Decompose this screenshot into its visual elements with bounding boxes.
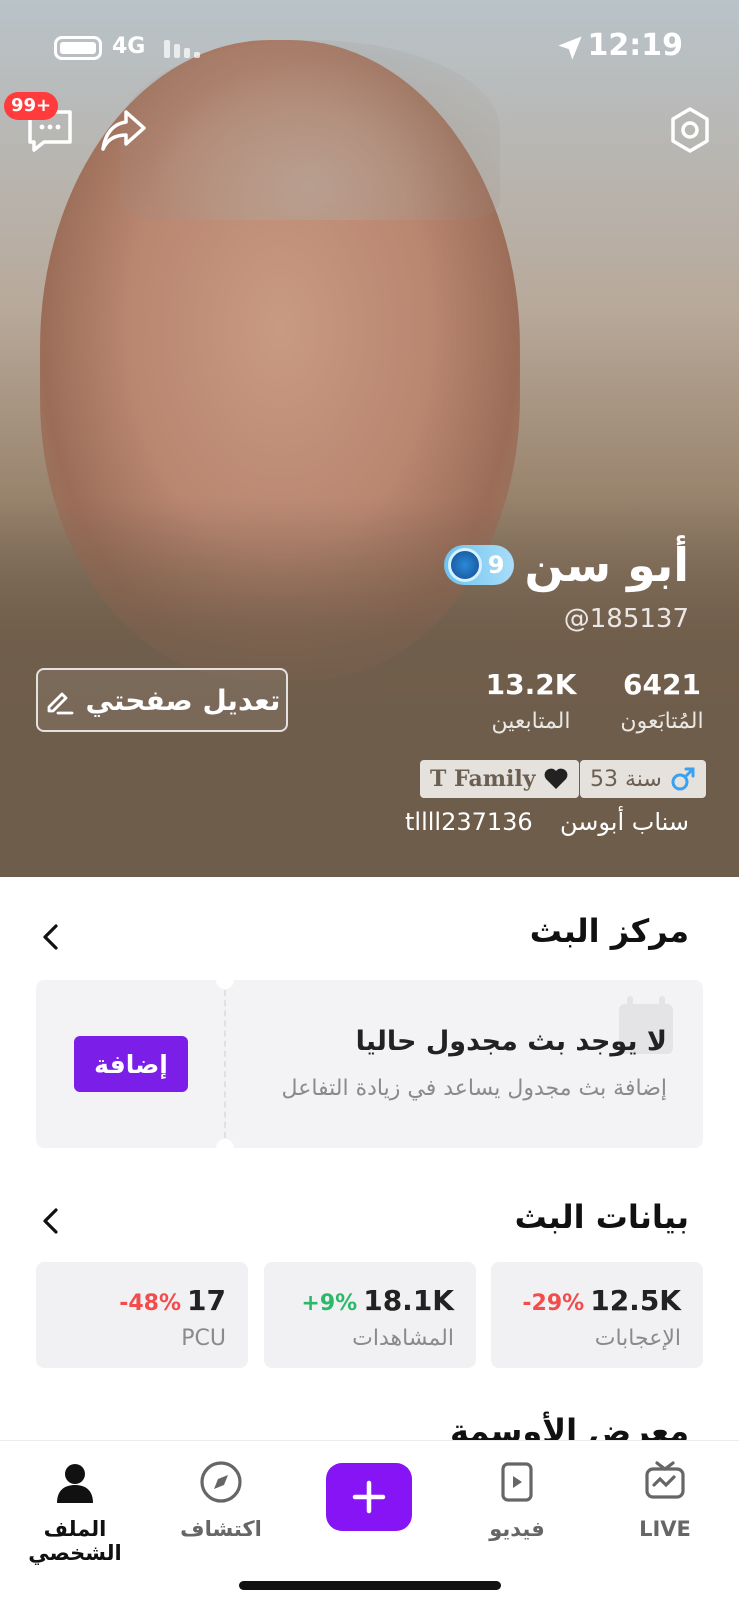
signal-icon [164,40,200,58]
tab-live[interactable]: LIVE [590,1459,739,1541]
followers-stat[interactable]: 13.2K المتابعين [476,668,586,734]
likes-value: 12.5K [590,1284,681,1317]
card-divider [224,980,226,1148]
edit-profile-label: تعديل صفحتي [85,683,281,717]
views-label: المشاهدات [352,1326,454,1351]
status-time: 12:19 [587,28,684,63]
compass-icon [200,1461,242,1503]
views-value: 18.1K [363,1284,454,1317]
bottom-tab-bar: LIVE فيديو اكتشاف الملف الشخصي [0,1440,739,1600]
pcu-label: PCU [181,1326,226,1351]
chevron-left-icon[interactable] [36,1206,66,1236]
followers-count: 13.2K [485,668,577,701]
bio-line: tllll237136 سناب أبوسن [405,808,689,836]
no-scheduled-title: لا يوجد بث مجدول حاليا [355,1026,667,1057]
live-tv-icon [645,1461,685,1499]
views-row: +9% 18.1K [301,1284,454,1317]
male-symbol-icon [671,767,695,791]
family-tag[interactable]: T Family [420,760,580,798]
add-schedule-button[interactable]: إضافة [74,1036,188,1092]
views-card[interactable]: +9% 18.1K المشاهدات [264,1262,476,1368]
pcu-card[interactable]: -48% 17 PCU [36,1262,248,1368]
profile-photo-hair [120,40,500,220]
tab-profile-label: الملف الشخصي [28,1517,122,1565]
age-tag-text: 53 سنة [590,766,662,792]
profile-handle: @185137 [563,604,689,634]
pencil-icon [47,692,73,715]
tab-explore[interactable]: اكتشاف [146,1459,296,1541]
pcu-change: -48% [119,1291,182,1316]
pcu-value: 17 [187,1284,226,1317]
level-number: 9 [487,551,505,579]
tab-explore-label: اكتشاف [180,1517,262,1541]
no-scheduled-subtitle: إضافة بث مجدول يساعد في زيادة التفاعل [281,1076,667,1101]
chevron-left-icon[interactable] [36,922,66,952]
broadcast-center-title: مركز البث [529,912,689,950]
likes-card[interactable]: -29% 12.5K الإعجابات [491,1262,703,1368]
edit-profile-button[interactable]: تعديل صفحتي [36,668,288,732]
views-change: +9% [301,1291,358,1316]
card-notch-bottom [216,1139,234,1148]
likes-row: -29% 12.5K [522,1284,681,1317]
tab-video[interactable]: فيديو [442,1459,592,1541]
level-gem-icon [447,548,482,582]
person-icon [57,1464,93,1503]
network-label: 4G [112,34,146,59]
profile-name: أبو سن [524,538,689,592]
card-notch-top [216,980,234,989]
age-gender-tag: 53 سنة [580,760,706,798]
notification-badge: 99+ [4,92,59,120]
snap-text: سناب أبوسن [559,808,689,836]
tab-live-label: LIVE [639,1517,691,1541]
name-row: 9 أبو سن [443,538,689,592]
following-stat[interactable]: 6421 المُتابَعون [612,668,712,734]
location-arrow-icon [558,36,582,60]
video-icon [501,1462,533,1502]
settings-gear-icon[interactable] [664,104,716,156]
snap-id: tllll237136 [405,808,533,836]
battery-icon [54,36,102,60]
likes-label: الإعجابات [594,1326,681,1351]
home-indicator [239,1581,501,1590]
scheduled-broadcast-card: لا يوجد بث مجدول حاليا إضافة بث مجدول يس… [36,980,703,1148]
level-badge[interactable]: 9 [443,545,515,585]
plus-icon [352,1480,386,1514]
following-label: المُتابَعون [620,709,704,734]
following-count: 6421 [623,668,701,701]
black-heart-icon [545,768,568,789]
share-icon[interactable] [98,104,150,156]
pcu-row: -48% 17 [119,1284,226,1317]
broadcast-data-title: بيانات البث [514,1198,689,1236]
create-plus-button[interactable] [326,1463,412,1531]
followers-label: المتابعين [491,709,571,734]
tab-video-label: فيديو [489,1517,545,1541]
tab-profile[interactable]: الملف الشخصي [0,1459,150,1565]
family-tag-text: T Family [430,766,536,792]
profile-header: 4G 12:19 99+ 9 أبو سن @185137 تعديل صفحت… [0,0,739,877]
likes-change: -29% [522,1291,585,1316]
